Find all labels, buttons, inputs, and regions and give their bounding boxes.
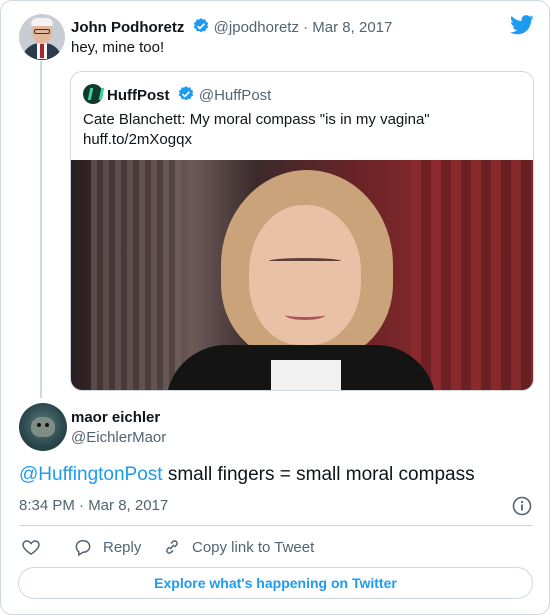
separator-dot: · xyxy=(303,19,309,36)
tweet-embed-card: John Podhoretz @jpodhoretz · Mar 8, 2017… xyxy=(0,0,550,615)
reply-author-name[interactable]: maor eichler xyxy=(71,409,160,426)
reply-button[interactable]: Reply xyxy=(73,536,141,558)
tweet-date[interactable]: Mar 8, 2017 xyxy=(312,19,392,36)
quoted-tweet-header: HuffPost @HuffPost xyxy=(83,84,271,107)
twitter-logo-icon[interactable] xyxy=(510,15,534,35)
quoted-tweet-line: Cate Blanchett: My moral compass "is in … xyxy=(83,111,430,128)
tweet-text: hey, mine too! xyxy=(71,39,165,56)
quoted-tweet-link[interactable]: huff.to/2mXogqx xyxy=(83,130,523,150)
reply-author-handle[interactable]: @EichlerMaor xyxy=(71,429,166,446)
reply-text: @HuffingtonPost small fingers = small mo… xyxy=(19,464,475,486)
like-button[interactable] xyxy=(21,536,51,558)
explore-twitter-button[interactable]: Explore what's happening on Twitter xyxy=(18,567,533,599)
thread-connector-line xyxy=(40,61,42,398)
reply-timestamp[interactable]: 8:34 PM · Mar 8, 2017 xyxy=(19,497,168,514)
reply-bubble-icon xyxy=(75,540,91,557)
divider xyxy=(19,525,533,526)
quoted-author-name: HuffPost xyxy=(107,87,170,104)
reply-body: small fingers = small moral compass xyxy=(162,464,475,485)
quoted-tweet[interactable]: HuffPost @HuffPost Cate Blanchett: My mo… xyxy=(70,71,534,391)
verified-badge-icon xyxy=(177,85,195,107)
verified-badge-icon xyxy=(192,17,210,39)
copy-link-button[interactable]: Copy link to Tweet xyxy=(162,536,314,558)
quoted-tweet-photo[interactable] xyxy=(71,160,533,390)
huffpost-logo-icon xyxy=(83,84,103,104)
author-handle[interactable]: @jpodhoretz xyxy=(214,19,299,36)
link-icon xyxy=(166,540,178,554)
quoted-author-handle: @HuffPost xyxy=(198,87,272,104)
author-name[interactable]: John Podhoretz xyxy=(71,19,184,36)
avatar-maor-eichler[interactable] xyxy=(19,403,67,451)
info-icon[interactable] xyxy=(512,496,532,516)
tweet-header: John Podhoretz @jpodhoretz · Mar 8, 2017 xyxy=(71,17,392,37)
copy-link-label: Copy link to Tweet xyxy=(192,538,315,556)
avatar-john-podhoretz[interactable] xyxy=(19,14,65,60)
heart-icon xyxy=(22,540,40,555)
reply-label: Reply xyxy=(103,538,142,556)
quoted-tweet-text: Cate Blanchett: My moral compass "is in … xyxy=(83,110,523,150)
mention-link[interactable]: @HuffingtonPost xyxy=(19,464,163,485)
